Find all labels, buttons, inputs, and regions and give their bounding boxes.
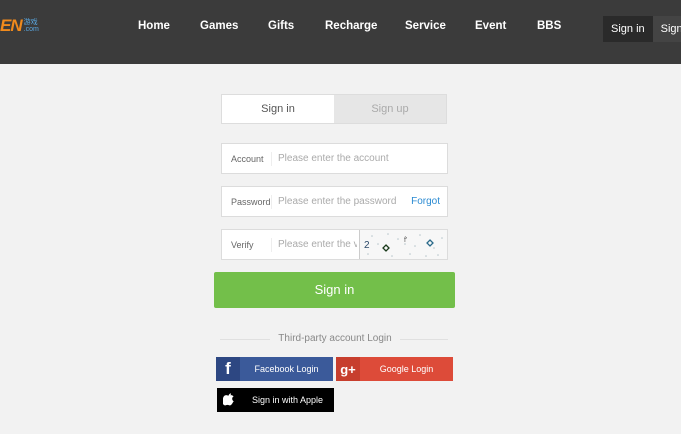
account-label: Account (222, 151, 272, 166)
verify-input[interactable] (272, 233, 359, 256)
facebook-login-button[interactable]: f Facebook Login (216, 357, 333, 381)
logo-text: EN (0, 16, 23, 35)
captcha-noise-icon: 2 f' (364, 233, 443, 257)
header-signin-button[interactable]: Sign in (603, 16, 653, 42)
nav-games[interactable]: Games (200, 20, 238, 32)
nav-bbs[interactable]: BBS (537, 20, 561, 32)
google-login-button[interactable]: g+ Google Login (336, 357, 453, 381)
divider-right (400, 339, 448, 340)
auth-tabs: Sign in Sign up (221, 94, 447, 124)
forgot-password-link[interactable]: Forgot (411, 196, 447, 207)
apple-icon (217, 388, 241, 412)
tab-signin[interactable]: Sign in (222, 95, 334, 123)
logo-subtext: 游戏 .com (23, 19, 39, 33)
password-label: Password (222, 194, 272, 209)
google-plus-icon: g+ (336, 357, 360, 381)
google-login-label: Google Login (379, 364, 434, 374)
nav-gifts[interactable]: Gifts (268, 20, 294, 32)
captcha-image[interactable]: 2 f' (359, 230, 447, 259)
tab-signup[interactable]: Sign up (334, 95, 446, 123)
divider-left (220, 339, 270, 340)
svg-text:2: 2 (364, 240, 370, 251)
facebook-icon: f (216, 357, 240, 381)
signin-submit-button[interactable]: Sign in (214, 272, 455, 308)
header-auth-buttons: Sign in Sign up (603, 16, 681, 42)
third-party-label: Third-party account Login (278, 333, 392, 344)
nav-service[interactable]: Service (405, 20, 446, 32)
facebook-login-label: Facebook Login (254, 364, 319, 374)
account-field: Account (221, 143, 448, 174)
verify-label: Verify (222, 237, 272, 252)
nav-home[interactable]: Home (138, 20, 170, 32)
apple-login-button[interactable]: Sign in with Apple (217, 388, 334, 412)
top-header: EN 游戏 .com Home Games Gifts Recharge Ser… (0, 0, 681, 64)
nav-recharge[interactable]: Recharge (325, 20, 377, 32)
password-field: Password Forgot (221, 186, 448, 217)
apple-login-label: Sign in with Apple (251, 395, 324, 405)
account-input[interactable] (272, 147, 447, 170)
svg-text:f': f' (404, 237, 407, 244)
header-signup-button[interactable]: Sign up (652, 16, 681, 42)
nav-event[interactable]: Event (475, 20, 506, 32)
password-input[interactable] (272, 190, 412, 213)
site-logo[interactable]: EN 游戏 .com (0, 14, 39, 38)
verify-field: Verify 2 f' (221, 229, 448, 260)
